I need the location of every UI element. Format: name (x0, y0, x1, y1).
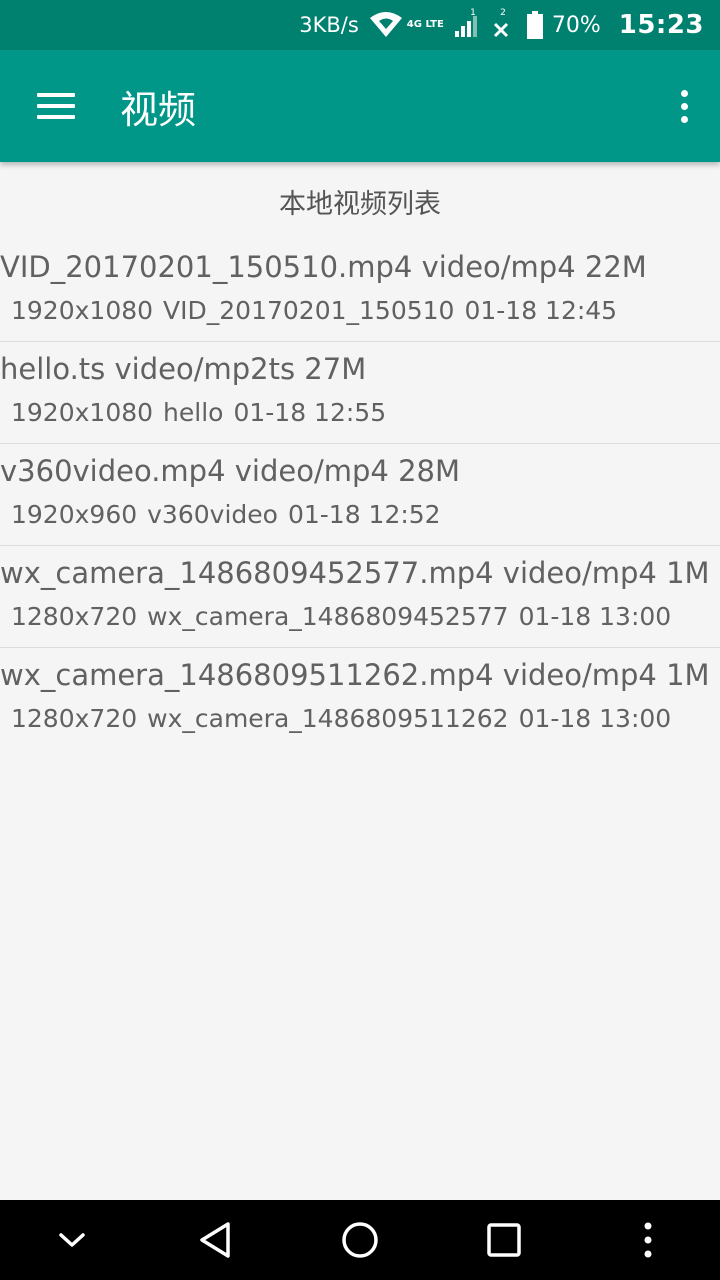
more-vert-icon (680, 89, 688, 97)
clock: 15:23 (618, 10, 704, 40)
video-date: 01-18 12:52 (287, 500, 441, 529)
wifi-icon (369, 12, 403, 38)
video-secondary-line: 1280x720 wx_camera_1486809452577 01-18 13:… (11, 602, 681, 631)
video-size: 28M (398, 454, 461, 488)
video-resolution: 1280x720 (11, 602, 138, 631)
video-size: 22M (584, 250, 647, 284)
page-title: 视频 (120, 87, 197, 132)
video-primary-line: wx_camera_1486809511262.mp4 video/mp4 1M (0, 658, 710, 692)
video-resolution: 1920x1080 (11, 296, 154, 325)
video-list-item[interactable]: hello.ts video/mp2ts 27M 1920x1080 hello 0… (0, 342, 720, 444)
video-filename: v360video.mp4 (0, 454, 226, 488)
back-icon (200, 1222, 230, 1258)
video-filename: hello.ts (0, 352, 106, 386)
video-resolution: 1920x1080 (11, 398, 154, 427)
video-mime: video/mp4 (421, 250, 576, 284)
network-type-label: 4G LTE (407, 20, 444, 30)
video-list-item[interactable]: wx_camera_1486809452577.mp4 video/mp4 1M… (0, 546, 720, 648)
video-secondary-line: 1920x960 v360video 01-18 12:52 (11, 500, 451, 529)
sim1-label: 1 (470, 8, 476, 18)
recents-button[interactable] (464, 1200, 544, 1280)
network-type-text: 4G LTE (406, 19, 444, 30)
video-filename: wx_camera_1486809452577.mp4 (0, 556, 494, 590)
video-secondary-line: 1280x720 wx_camera_1486809511262 01-18 13:… (11, 704, 681, 733)
video-filename: VID_20170201_150510.mp4 (0, 250, 413, 284)
battery-percent: 70% (551, 12, 601, 38)
video-title: wx_camera_1486809511262 (147, 704, 509, 733)
list-header: 本地视频列表 (279, 189, 441, 220)
overflow-menu-button[interactable] (648, 50, 720, 162)
recents-icon (487, 1223, 521, 1257)
signal-icon: 1 (454, 8, 482, 38)
back-button[interactable] (176, 1200, 256, 1280)
hide-nav-button[interactable] (32, 1200, 112, 1280)
video-mime: video/mp2ts (114, 352, 296, 386)
video-primary-line: v360video.mp4 video/mp4 28M (0, 454, 460, 488)
menu-button[interactable] (0, 50, 112, 162)
video-title: wx_camera_1486809452577 (147, 602, 509, 631)
video-date: 01-18 12:45 (464, 296, 618, 325)
video-date: 01-18 13:00 (518, 704, 672, 733)
video-size: 27M (304, 352, 367, 386)
video-title: VID_20170201_150510 (163, 296, 455, 325)
video-mime: video/mp4 (502, 658, 657, 692)
video-list-container: 本地视频列表 VID_20170201_150510.mp4 video/mp4… (0, 162, 720, 1200)
hamburger-menu-icon (37, 93, 75, 119)
video-resolution: 1280x720 (11, 704, 138, 733)
sim2-label: 2 (500, 8, 506, 18)
video-filename: wx_camera_1486809511262.mp4 (0, 658, 494, 692)
more-vert-icon (644, 1222, 652, 1258)
status-bar: 3KB/s 4G LTE 1 2 70% 15:23 (0, 0, 720, 50)
no-signal-icon: 2 (492, 8, 510, 38)
video-size: 1M (666, 658, 710, 692)
video-date: 01-18 12:55 (233, 398, 387, 427)
system-nav-bar (0, 1200, 720, 1280)
video-secondary-line: 1920x1080 hello 01-18 12:55 (11, 398, 396, 427)
network-speed: 3KB/s (299, 13, 359, 37)
app-bar: 视频 (0, 50, 720, 162)
home-button[interactable] (320, 1200, 400, 1280)
video-list-item[interactable]: wx_camera_1486809511262.mp4 video/mp4 1M… (0, 648, 720, 750)
video-resolution: 1920x960 (11, 500, 138, 529)
chevron-down-icon (59, 1233, 85, 1247)
video-primary-line: VID_20170201_150510.mp4 video/mp4 22M (0, 250, 647, 284)
battery-icon (526, 11, 544, 39)
video-primary-line: hello.ts video/mp2ts 27M (0, 352, 366, 386)
nav-more-button[interactable] (608, 1200, 688, 1280)
video-mime: video/mp4 (234, 454, 389, 488)
video-mime: video/mp4 (502, 556, 657, 590)
video-list-item[interactable]: VID_20170201_150510.mp4 video/mp4 22M 19… (0, 240, 720, 342)
video-date: 01-18 13:00 (518, 602, 672, 631)
home-icon (342, 1222, 378, 1258)
video-size: 1M (666, 556, 710, 590)
video-list-item[interactable]: v360video.mp4 video/mp4 28M 1920x960 v360… (0, 444, 720, 546)
video-secondary-line: 1920x1080 VID_20170201_150510 01-18 12:45 (11, 296, 627, 325)
video-title: v360video (147, 500, 278, 529)
video-primary-line: wx_camera_1486809452577.mp4 video/mp4 1M (0, 556, 710, 590)
video-title: hello (163, 398, 224, 427)
